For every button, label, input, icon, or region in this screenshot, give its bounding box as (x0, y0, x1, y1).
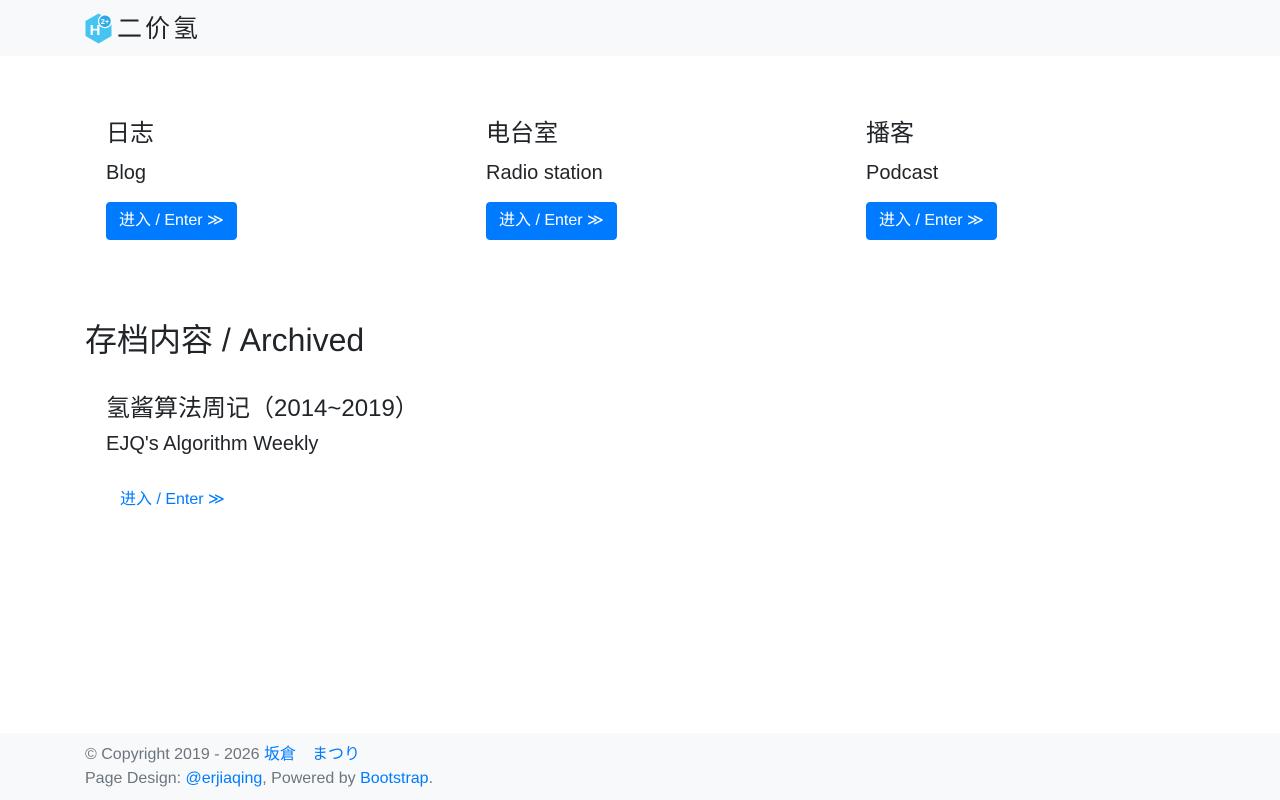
navbar: H 2+ 二价氢 (0, 0, 1280, 56)
period-text: . (428, 770, 434, 787)
navbar-container: H 2+ 二价氢 (70, 13, 1210, 44)
archived-item-title-zh: 氢酱算法周记（2014~2019） (106, 395, 419, 423)
section-radio-station: 电台室 Radio station 进入 / Enter ≫ (450, 120, 830, 240)
archived-item-title-en: EJQ's Algorithm Weekly (106, 432, 319, 455)
portal-sections: 日志 Blog 进入 / Enter ≫ 电台室 Radio station 进… (70, 120, 1210, 240)
archived-section: 存档内容 / Archived 氢酱算法周记（2014~2019） EJQ's … (85, 321, 1195, 509)
archived-item-algorithm-weekly: 氢酱算法周记（2014~2019） EJQ's Algorithm Weekly… (85, 395, 1195, 509)
section-radio-title-zh: 电台室 (486, 120, 558, 147)
archived-heading: 存档内容 / Archived (85, 321, 365, 358)
section-podcast-title-zh: 播客 (866, 120, 914, 147)
section-blog: 日志 Blog 进入 / Enter ≫ (70, 120, 450, 240)
brand-link[interactable]: H 2+ 二价氢 (85, 13, 201, 44)
section-blog-title-en: Blog (106, 161, 147, 184)
podcast-enter-button[interactable]: 进入 / Enter ≫ (866, 201, 997, 240)
footer: © Copyright 2019 - 2026 坂倉 まつり Page Desi… (0, 733, 1280, 800)
bootstrap-link[interactable]: Bootstrap (360, 770, 428, 787)
svg-text:2+: 2+ (101, 17, 110, 26)
footer-container: © Copyright 2019 - 2026 坂倉 まつり Page Desi… (70, 743, 1210, 791)
author-link[interactable]: 坂倉 まつり (264, 746, 360, 763)
archived-enter-link[interactable]: 进入 / Enter ≫ (120, 485, 225, 509)
designer-link[interactable]: @erjiaqing (186, 770, 263, 787)
design-prefix-text: Page Design: (85, 770, 186, 787)
section-radio-title-en: Radio station (486, 161, 603, 184)
footer-copyright-line: © Copyright 2019 - 2026 坂倉 まつり (85, 743, 1195, 767)
brand-logo-icon: H 2+ (85, 13, 112, 43)
powered-by-text: , Powered by (262, 770, 361, 787)
section-podcast-title-en: Podcast (866, 161, 939, 184)
footer-credits-line: Page Design: @erjiaqing, Powered by Boot… (85, 767, 1195, 791)
radio-enter-button[interactable]: 进入 / Enter ≫ (486, 201, 617, 240)
blog-enter-button[interactable]: 进入 / Enter ≫ (106, 201, 237, 240)
section-podcast: 播客 Podcast 进入 / Enter ≫ (830, 120, 1210, 240)
section-blog-title-zh: 日志 (106, 120, 154, 147)
brand-title: 二价氢 (117, 13, 202, 43)
main-content: 日志 Blog 进入 / Enter ≫ 电台室 Radio station 进… (70, 120, 1210, 509)
copyright-text: © Copyright 2019 - 2026 (85, 746, 265, 763)
svg-text:H: H (90, 22, 101, 39)
